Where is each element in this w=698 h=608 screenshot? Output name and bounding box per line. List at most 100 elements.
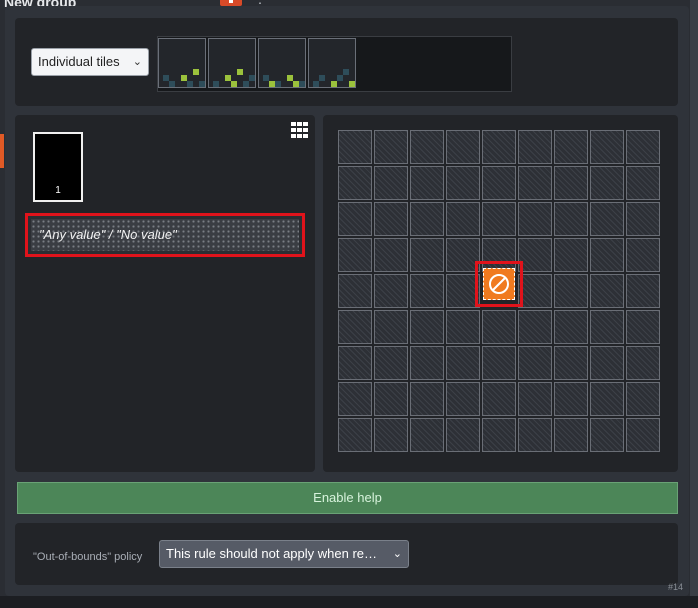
rule-cell[interactable] — [374, 346, 408, 380]
out-of-bounds-panel: "Out-of-bounds" policy This rule should … — [15, 523, 678, 585]
center-cell[interactable] — [483, 268, 515, 300]
rule-cell[interactable] — [446, 310, 480, 344]
rule-cell[interactable] — [590, 238, 624, 272]
rule-cell[interactable] — [338, 418, 372, 452]
rule-cell[interactable] — [590, 166, 624, 200]
sidebar-accent — [0, 134, 4, 168]
rule-cell[interactable] — [374, 238, 408, 272]
rule-cell[interactable] — [374, 166, 408, 200]
rule-cell[interactable] — [374, 130, 408, 164]
grid-icon[interactable] — [291, 122, 309, 138]
tile-thumbnail[interactable] — [258, 38, 306, 88]
rule-cell[interactable] — [590, 310, 624, 344]
rule-cell[interactable] — [590, 274, 624, 308]
rule-cell[interactable] — [446, 346, 480, 380]
rule-cell[interactable] — [410, 418, 444, 452]
rule-cell[interactable] — [410, 382, 444, 416]
rule-cell[interactable] — [554, 202, 588, 236]
chevron-down-icon: ⌄ — [392, 548, 402, 560]
any-value-option[interactable]: "Any value" / "No value" — [25, 213, 305, 257]
rule-cell[interactable] — [338, 346, 372, 380]
rule-cell[interactable] — [446, 130, 480, 164]
out-of-bounds-value: This rule should not apply when re… — [166, 546, 378, 561]
rule-cell[interactable] — [626, 166, 660, 200]
rule-cell[interactable] — [482, 382, 516, 416]
rule-cell[interactable] — [482, 202, 516, 236]
enable-help-button[interactable]: Enable help — [17, 482, 678, 514]
tile-thumbnail[interactable] — [308, 38, 356, 88]
rule-cell[interactable] — [410, 346, 444, 380]
rule-cell[interactable] — [554, 166, 588, 200]
rule-cell[interactable] — [518, 238, 552, 272]
rule-cell[interactable] — [410, 310, 444, 344]
rule-cell[interactable] — [338, 274, 372, 308]
rule-cell[interactable] — [446, 382, 480, 416]
rule-cell[interactable] — [374, 274, 408, 308]
rule-cell[interactable] — [518, 346, 552, 380]
rule-cell[interactable] — [518, 310, 552, 344]
rule-cell[interactable] — [482, 418, 516, 452]
rule-cell[interactable] — [482, 130, 516, 164]
rule-cell[interactable] — [590, 130, 624, 164]
rule-cell[interactable] — [446, 202, 480, 236]
tile-thumbnail[interactable] — [158, 38, 206, 88]
background-panel — [690, 0, 698, 608]
rule-cell[interactable] — [626, 346, 660, 380]
rule-cell[interactable] — [626, 382, 660, 416]
rule-cell[interactable] — [554, 346, 588, 380]
rule-cell[interactable] — [338, 310, 372, 344]
rule-cell[interactable] — [590, 346, 624, 380]
rule-cell[interactable] — [518, 166, 552, 200]
rule-cell[interactable] — [554, 238, 588, 272]
rule-cell[interactable] — [590, 202, 624, 236]
background-footer — [0, 596, 698, 608]
tile-mode-select[interactable]: Individual tiles ⌄ — [31, 48, 149, 76]
rule-cell[interactable] — [554, 274, 588, 308]
rule-cell[interactable] — [374, 418, 408, 452]
rule-cell[interactable] — [338, 166, 372, 200]
rule-cell[interactable] — [590, 418, 624, 452]
rule-cell[interactable] — [410, 130, 444, 164]
rule-cell[interactable] — [626, 130, 660, 164]
rule-cell[interactable] — [626, 310, 660, 344]
rule-cell[interactable] — [374, 382, 408, 416]
rule-cell[interactable] — [554, 310, 588, 344]
out-of-bounds-select[interactable]: This rule should not apply when re… ⌄ — [159, 540, 409, 568]
rule-cell[interactable] — [374, 310, 408, 344]
rule-cell[interactable] — [626, 274, 660, 308]
tile-thumbnail[interactable] — [208, 38, 256, 88]
swatch-number: 1 — [55, 185, 61, 196]
tile-strip — [157, 36, 512, 92]
rule-cell[interactable] — [338, 130, 372, 164]
rule-cell[interactable] — [410, 202, 444, 236]
rule-cell[interactable] — [338, 202, 372, 236]
value-palette-panel: 1 "Any value" / "No value" — [15, 115, 315, 472]
rule-cell[interactable] — [554, 382, 588, 416]
rule-cell[interactable] — [518, 382, 552, 416]
rule-cell[interactable] — [410, 238, 444, 272]
rule-cell[interactable] — [374, 202, 408, 236]
rule-cell[interactable] — [338, 382, 372, 416]
rule-cell[interactable] — [554, 130, 588, 164]
rule-cell[interactable] — [410, 166, 444, 200]
tile-selection-panel: Individual tiles ⌄ — [15, 18, 678, 106]
rule-cell[interactable] — [518, 130, 552, 164]
rule-cell[interactable] — [482, 346, 516, 380]
rule-cell[interactable] — [626, 202, 660, 236]
rule-cell[interactable] — [482, 166, 516, 200]
rule-cell[interactable] — [626, 238, 660, 272]
rule-cell[interactable] — [446, 166, 480, 200]
rule-cell[interactable] — [518, 418, 552, 452]
rule-board-panel — [323, 115, 678, 472]
rule-cell[interactable] — [554, 418, 588, 452]
rule-cell[interactable] — [482, 310, 516, 344]
rule-cell[interactable] — [446, 418, 480, 452]
rule-cell[interactable] — [626, 418, 660, 452]
no-entry-icon — [489, 274, 509, 294]
rule-cell[interactable] — [518, 274, 552, 308]
rule-cell[interactable] — [590, 382, 624, 416]
value-swatch[interactable]: 1 — [33, 132, 83, 202]
rule-cell[interactable] — [410, 274, 444, 308]
rule-cell[interactable] — [518, 202, 552, 236]
rule-cell[interactable] — [338, 238, 372, 272]
